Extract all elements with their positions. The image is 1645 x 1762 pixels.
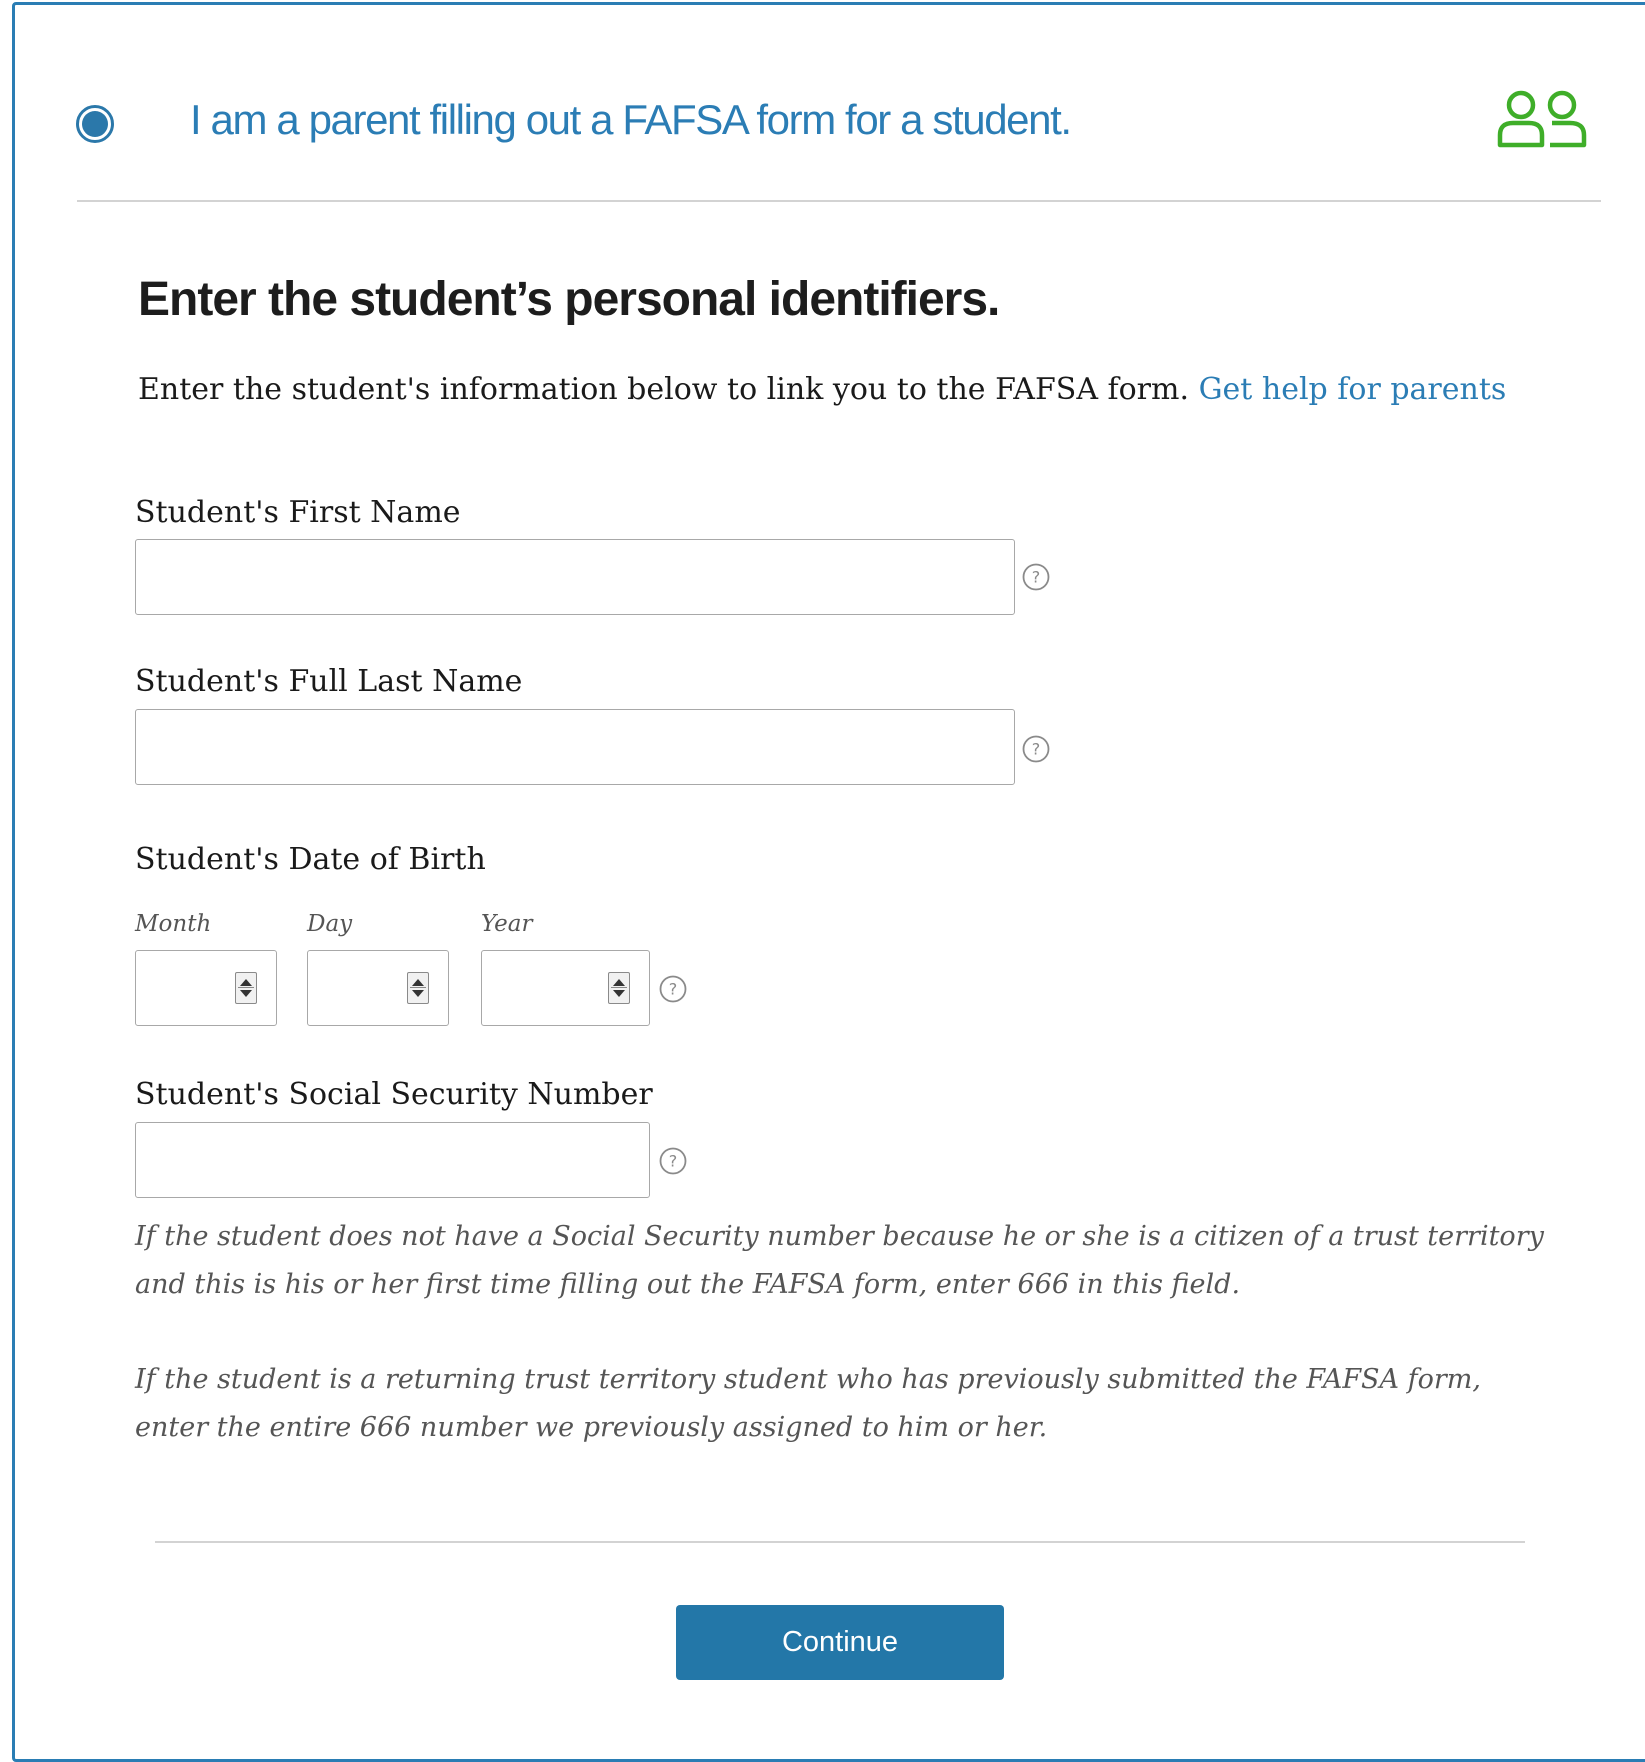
first-name-label: Student's First Name [135, 495, 461, 530]
dob-help-icon[interactable]: ? [658, 974, 688, 1004]
month-spinner[interactable] [235, 972, 257, 1004]
svg-text:?: ? [669, 980, 678, 999]
footer-divider [155, 1541, 1525, 1543]
ssn-help-icon[interactable]: ? [658, 1146, 688, 1176]
last-name-help-icon[interactable]: ? [1021, 734, 1051, 764]
dob-day-input[interactable] [307, 950, 449, 1026]
page-heading: Enter the student’s personal identifiers… [138, 273, 1000, 326]
dob-label: Student's Date of Birth [135, 842, 486, 877]
dob-day-label: Day [307, 911, 353, 937]
first-name-help-icon[interactable]: ? [1021, 562, 1051, 592]
header-divider [77, 200, 1601, 202]
ssn-note-first-time: If the student does not have a Social Se… [135, 1221, 1544, 1300]
dob-month-input[interactable] [135, 950, 277, 1026]
intro-sentence: Enter the student's information below to… [138, 372, 1190, 407]
parents-icon [1497, 90, 1587, 148]
role-title[interactable]: I am a parent filling out a FAFSA form f… [190, 96, 1072, 144]
intro-text: Enter the student's information below to… [138, 372, 1506, 407]
ssn-note-returning: If the student is a returning trust terr… [135, 1364, 1481, 1443]
radio-selected-dot [82, 111, 108, 137]
svg-text:?: ? [1032, 568, 1041, 587]
dob-year-label: Year [481, 911, 533, 937]
last-name-input[interactable] [135, 709, 1015, 785]
svg-text:?: ? [1032, 740, 1041, 759]
role-panel [12, 2, 1645, 1762]
year-spinner[interactable] [608, 972, 630, 1004]
dob-year-input[interactable] [481, 950, 650, 1026]
day-spinner[interactable] [407, 972, 429, 1004]
first-name-input[interactable] [135, 539, 1015, 615]
last-name-label: Student's Full Last Name [135, 664, 523, 699]
role-radio-button[interactable] [76, 105, 114, 143]
get-help-for-parents-link[interactable]: Get help for parents [1199, 372, 1507, 407]
continue-button[interactable]: Continue [676, 1605, 1004, 1680]
ssn-label: Student's Social Security Number [135, 1077, 653, 1112]
svg-text:?: ? [669, 1152, 678, 1171]
ssn-input[interactable] [135, 1122, 650, 1198]
dob-month-label: Month [135, 911, 212, 937]
